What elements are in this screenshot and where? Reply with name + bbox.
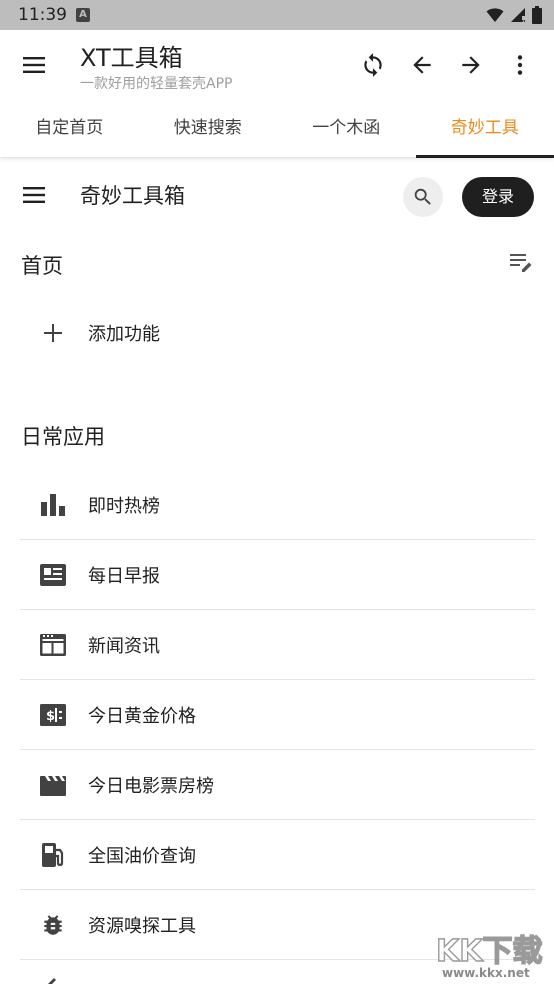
tab-wonder-tools[interactable]: 奇妙工具 xyxy=(415,100,554,158)
list-item-label: 即时热榜 xyxy=(88,495,160,517)
watermark-text: KK下载 xyxy=(435,933,543,969)
tab-custom-home[interactable]: 自定首页 xyxy=(0,100,139,157)
list-item-label: 每日早报 xyxy=(88,565,160,587)
battery-icon xyxy=(532,6,542,24)
notification-icon: A xyxy=(76,8,90,22)
movie-icon xyxy=(40,775,66,796)
list-item-gold-price[interactable]: $ 今日黄金价格 xyxy=(20,680,535,750)
app-title: XT工具箱 xyxy=(80,44,183,72)
add-function-label: 添加功能 xyxy=(88,324,160,345)
app-subtitle: 一款好用的轻量套壳APP xyxy=(80,76,233,92)
list-item-box-office[interactable]: 今日电影票房榜 xyxy=(20,750,535,820)
edit-list-icon[interactable] xyxy=(508,250,534,276)
list-item-hot-ranking[interactable]: 即时热榜 xyxy=(20,470,535,540)
watermark: KK下载 www.kkx.net xyxy=(435,926,552,984)
chevron-icon xyxy=(48,978,56,984)
watermark-url: www.kkx.net xyxy=(442,966,530,980)
newspaper-icon xyxy=(40,563,66,586)
list-item-label: 今日黄金价格 xyxy=(88,705,196,727)
more-button[interactable] xyxy=(495,49,544,81)
list-item-news[interactable]: 新闻资讯 xyxy=(20,610,535,680)
bug-icon xyxy=(44,914,62,935)
refresh-icon xyxy=(363,53,382,77)
home-section-title: 首页 xyxy=(21,254,63,278)
login-button[interactable]: 登录 xyxy=(462,177,534,217)
app-bar-actions xyxy=(348,49,544,81)
forward-arrow-icon xyxy=(461,56,480,74)
search-button[interactable] xyxy=(403,177,443,217)
bar-chart-icon xyxy=(41,493,65,516)
list-item-daily-brief[interactable]: 每日早报 xyxy=(20,540,535,610)
svg-text:$: $ xyxy=(46,709,55,724)
forward-button[interactable] xyxy=(446,49,495,81)
list-item-label: 资源嗅探工具 xyxy=(88,915,196,937)
web-header: 奇妙工具箱 登录 xyxy=(0,158,554,234)
wifi-icon xyxy=(486,8,504,22)
signal-icon xyxy=(511,8,525,22)
more-vert-icon xyxy=(517,55,522,75)
list-item-label: 今日电影票房榜 xyxy=(88,775,214,797)
plus-icon xyxy=(44,324,62,342)
list-item-label: 新闻资讯 xyxy=(88,635,160,657)
web-menu-icon[interactable] xyxy=(21,182,47,208)
system-icons xyxy=(486,6,542,24)
web-news-icon xyxy=(40,633,66,656)
refresh-button[interactable] xyxy=(348,49,397,81)
menu-icon[interactable] xyxy=(20,51,48,79)
gas-station-icon xyxy=(42,842,64,867)
status-bar: 11:39 A xyxy=(0,0,554,30)
list-item-oil-price[interactable]: 全国油价查询 xyxy=(20,820,535,890)
tab-bar: 自定首页 快速搜索 一个木函 奇妙工具 xyxy=(0,100,554,158)
list-item-label: 全国油价查询 xyxy=(88,845,196,867)
money-icon: $ xyxy=(40,703,66,726)
daily-section-title: 日常应用 xyxy=(21,425,105,449)
web-title: 奇妙工具箱 xyxy=(80,184,185,208)
search-icon xyxy=(414,188,431,205)
tab-quick-search[interactable]: 快速搜索 xyxy=(139,100,278,157)
back-button[interactable] xyxy=(397,49,446,81)
status-time: 11:39 xyxy=(18,5,67,25)
tab-wooden-box[interactable]: 一个木函 xyxy=(277,100,416,157)
app-bar: XT工具箱 一款好用的轻量套壳APP xyxy=(0,30,554,100)
daily-list: 即时热榜 每日早报 新闻资讯 $ 今日黄金价格 今日电影票房榜 全国油价查询 资… xyxy=(20,470,535,960)
add-function-button[interactable]: 添加功能 xyxy=(20,303,534,363)
back-arrow-icon xyxy=(412,56,431,74)
